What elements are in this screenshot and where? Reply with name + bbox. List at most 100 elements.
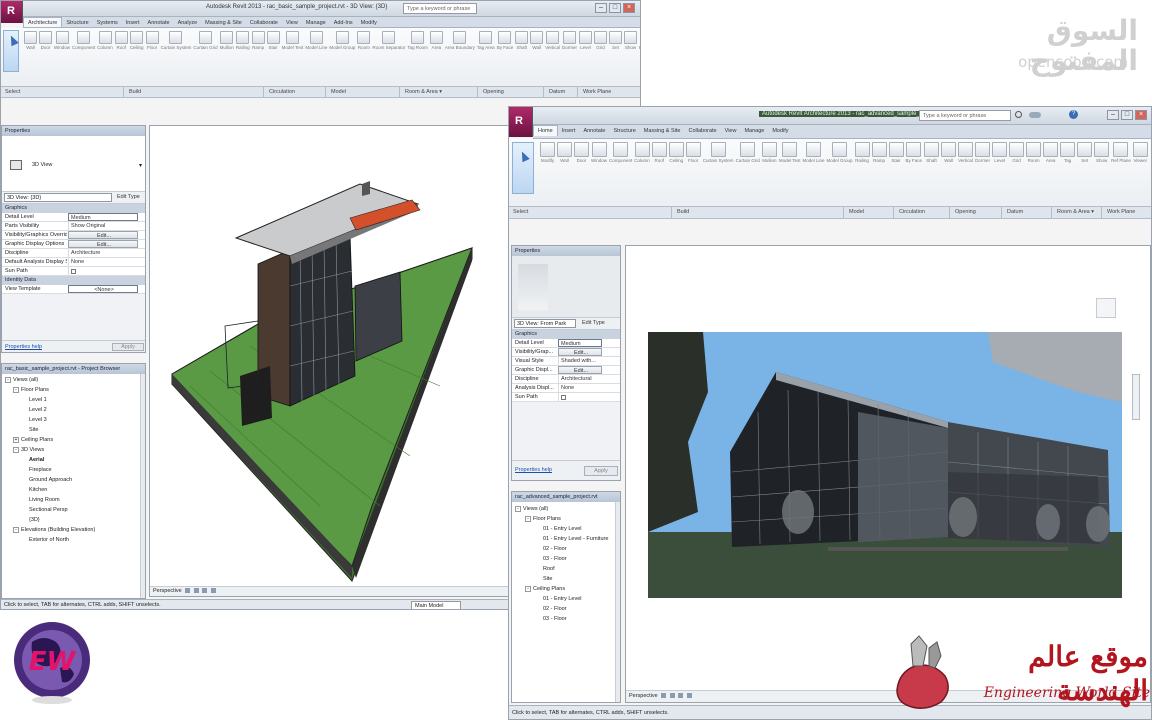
ribbon-panel-label[interactable]: Build — [129, 89, 141, 95]
ribbon-panel-label[interactable]: Model — [849, 209, 864, 215]
ribbon-tab[interactable]: Architecture — [23, 17, 63, 27]
instance-selector[interactable]: 3D View: {3D} — [4, 193, 112, 202]
edit-type-button[interactable]: Edit Type — [582, 319, 605, 328]
application-menu-button[interactable]: R — [1, 1, 23, 23]
view-scale-label[interactable]: Perspective — [629, 693, 658, 699]
search-icon[interactable] — [1015, 111, 1022, 118]
ribbon-panel-label[interactable]: Opening — [955, 209, 976, 215]
ribbon-panel-label[interactable]: Work Plane — [583, 89, 611, 95]
detail-level-icon[interactable] — [185, 588, 191, 593]
ribbon-panel-label[interactable]: Build — [677, 209, 689, 215]
ribbon-panel-label[interactable]: Model — [331, 89, 346, 95]
ribbon-tool[interactable]: Room — [1026, 142, 1042, 163]
browser-item[interactable]: Sectional Persp — [2, 505, 145, 515]
property-value[interactable]: Edit... — [68, 240, 138, 248]
ribbon-tool[interactable]: Ceiling — [668, 142, 684, 163]
property-value[interactable]: <None> — [68, 285, 138, 293]
visual-style-icon[interactable] — [669, 693, 675, 698]
type-dropdown-arrow[interactable]: ▾ — [139, 162, 142, 169]
detail-level-icon[interactable] — [661, 693, 667, 698]
model-selector[interactable]: Main Model — [411, 601, 461, 609]
ribbon-tool[interactable]: Column — [97, 31, 113, 50]
modify-tool-button[interactable] — [512, 142, 534, 194]
ribbon-tab[interactable]: Collaborate — [246, 18, 282, 27]
property-value[interactable]: None — [558, 384, 602, 392]
ribbon-tool[interactable]: Wall — [24, 31, 37, 50]
ribbon-tool[interactable]: Vertical — [958, 142, 974, 163]
ribbon-tool[interactable]: Stair — [888, 142, 904, 163]
ribbon-tool[interactable]: Curtain Grid — [193, 31, 218, 50]
ribbon-tool[interactable]: Roof — [114, 31, 128, 50]
browser-item[interactable]: 01 - Entry Level — [512, 524, 620, 534]
browser-item[interactable]: - Ceiling Plans — [512, 584, 620, 594]
browser-item[interactable]: - Views (all) — [512, 504, 620, 514]
browser-item[interactable]: 03 - Floor — [512, 554, 620, 564]
ribbon-tool[interactable]: Set — [608, 31, 622, 50]
ribbon-tool[interactable]: Floor — [685, 142, 701, 163]
ribbon-tool[interactable]: Ref Plane — [1111, 142, 1131, 163]
browser-scrollbar[interactable] — [615, 502, 620, 702]
browser-item[interactable]: {3D} — [2, 515, 145, 525]
browser-item[interactable]: -3D Views — [2, 445, 145, 455]
ribbon-tool[interactable]: Curtain System — [703, 142, 734, 163]
ribbon-tab[interactable]: Modify — [357, 18, 381, 27]
view-scale-label[interactable]: Perspective — [153, 588, 182, 594]
ribbon-tool[interactable]: Tag Area — [477, 31, 495, 50]
ribbon-tool[interactable]: Floor — [145, 31, 159, 50]
minimize-button[interactable]: – — [1107, 110, 1119, 120]
ribbon-tool[interactable]: Railing — [854, 142, 870, 163]
ribbon-tab[interactable]: Structure — [609, 126, 639, 136]
ribbon-tab[interactable]: Massing & Site — [640, 126, 685, 136]
browser-item[interactable]: 01 - Entry Level - Furniture — [512, 534, 620, 544]
ribbon-tool[interactable]: Shaft — [515, 31, 529, 50]
sun-path-icon[interactable] — [202, 588, 208, 593]
application-menu-button[interactable]: R — [509, 107, 533, 137]
group-graphics[interactable]: Graphics — [512, 330, 620, 339]
browser-item[interactable]: - Elevations (Building Elevation) — [2, 525, 145, 535]
ribbon-panel-label[interactable]: Select — [5, 89, 20, 95]
property-value[interactable]: Edit... — [68, 231, 138, 239]
ribbon-tool[interactable]: Model Group — [827, 142, 853, 163]
browser-item[interactable]: Living Room — [2, 495, 145, 505]
ribbon-tool[interactable]: Curtain Grid — [736, 142, 760, 163]
ribbon-tool[interactable]: Vertical — [545, 31, 560, 50]
ribbon-panel-label[interactable]: Datum — [1007, 209, 1023, 215]
ribbon-tab[interactable]: Modify — [768, 126, 792, 136]
ribbon-tab[interactable]: Insert — [122, 18, 144, 27]
edit-type-button[interactable]: Edit Type — [117, 193, 140, 202]
collapse-icon[interactable]: - — [5, 377, 11, 383]
browser-item[interactable]: Level 2 — [2, 405, 145, 415]
browser-item[interactable]: Site — [512, 574, 620, 584]
property-value[interactable]: None — [68, 258, 138, 266]
ribbon-tab[interactable]: Structure — [62, 18, 92, 27]
browser-item[interactable]: Fireplace — [2, 465, 145, 475]
collapse-icon[interactable]: - — [13, 447, 19, 453]
ribbon-tool[interactable]: Door — [574, 142, 589, 163]
navigation-bar[interactable] — [1132, 374, 1140, 420]
collapse-icon[interactable]: - — [13, 527, 19, 533]
ribbon-tool[interactable]: Viewer — [1132, 142, 1148, 163]
ribbon-tool[interactable]: Component — [609, 142, 632, 163]
ribbon-tool[interactable]: Ramp — [871, 142, 887, 163]
browser-item[interactable]: Aerial — [2, 455, 145, 465]
collapse-icon[interactable]: - — [525, 586, 531, 592]
ribbon-tool[interactable]: Modify — [540, 142, 555, 163]
cloud-icon[interactable] — [1029, 112, 1041, 118]
ribbon-tool[interactable]: Window — [54, 31, 70, 50]
ribbon-tool[interactable]: Room — [357, 31, 371, 50]
search-input[interactable]: Type a keyword or phrase — [403, 3, 477, 14]
ribbon-panel-label[interactable]: Opening — [483, 89, 504, 95]
ribbon-tool[interactable]: Area Boundary — [445, 31, 475, 50]
ribbon-tool[interactable]: Model Group — [329, 31, 355, 50]
property-value[interactable]: Medium — [68, 213, 138, 221]
shadows-icon[interactable] — [686, 693, 692, 698]
minimize-button[interactable]: – — [595, 3, 607, 13]
ribbon-tab[interactable]: Collaborate — [684, 126, 720, 136]
sun-path-icon[interactable] — [678, 693, 684, 698]
ribbon-tool[interactable]: Shaft — [924, 142, 940, 163]
ribbon-tab[interactable]: Add-Ins — [330, 18, 357, 27]
ribbon-tab[interactable]: Manage — [740, 126, 768, 136]
instance-selector[interactable]: 3D View: From Park — [514, 319, 576, 328]
ribbon-tab[interactable]: Annotate — [144, 18, 174, 27]
apply-button[interactable]: Apply — [112, 343, 144, 351]
